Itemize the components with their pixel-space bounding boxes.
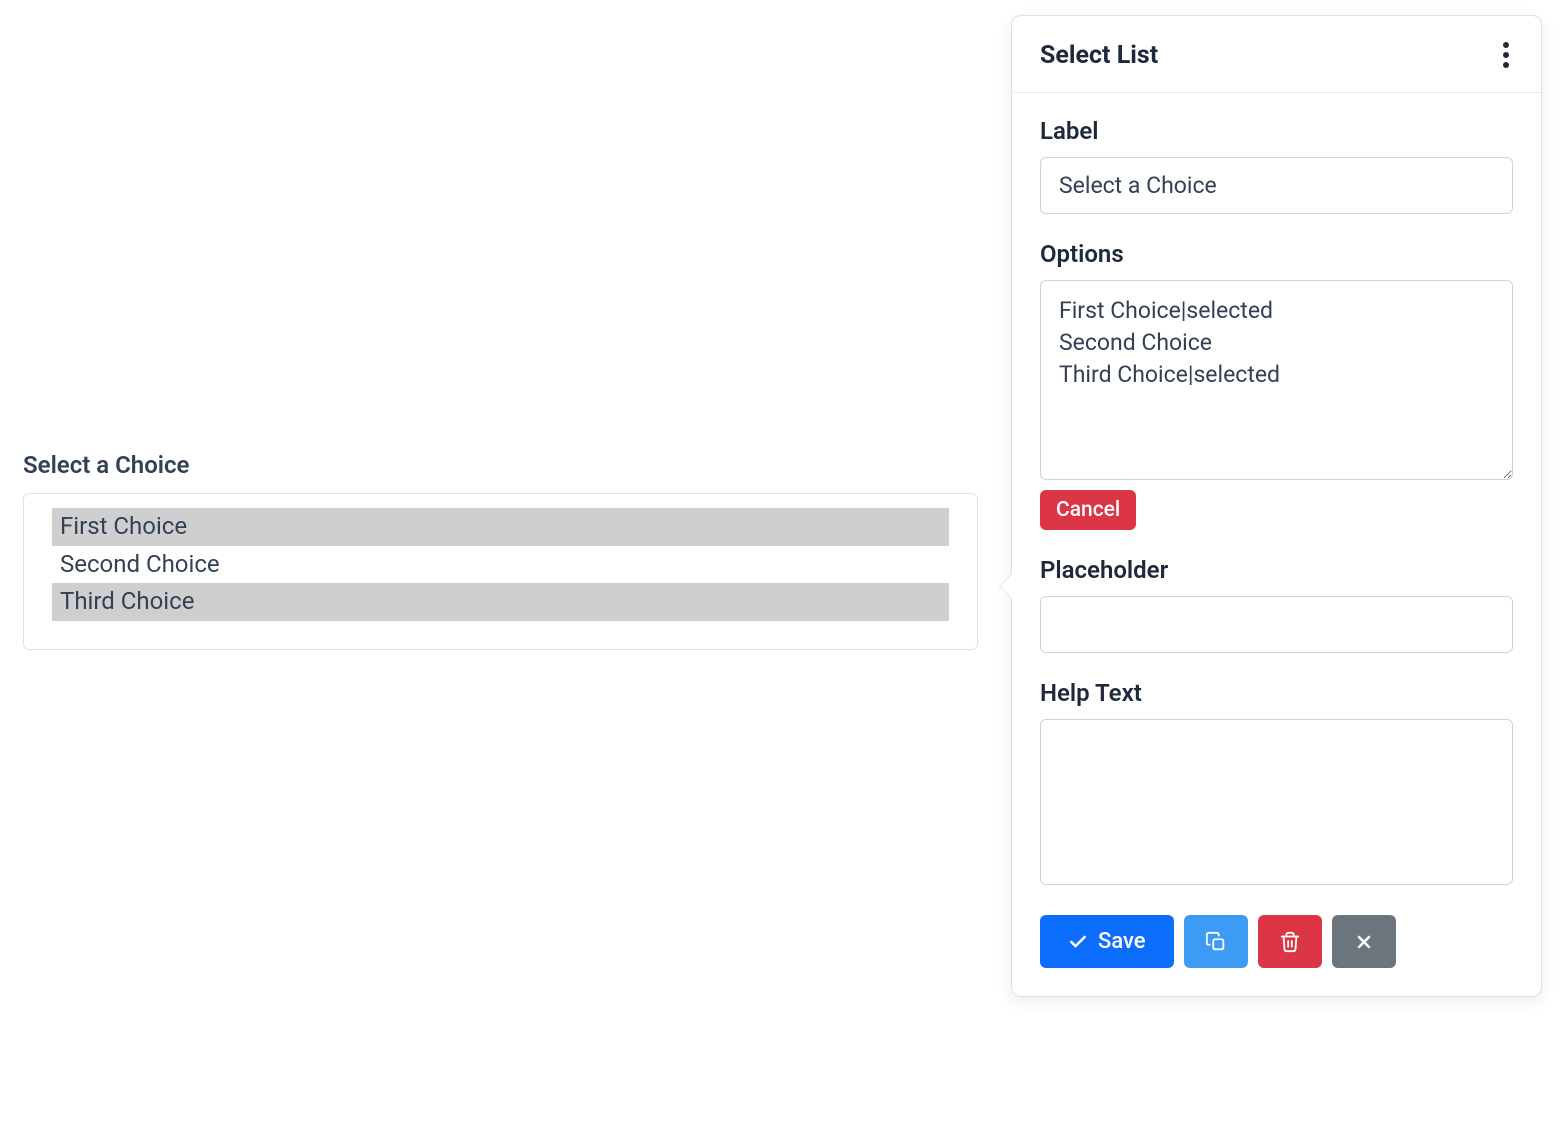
select-list-preview[interactable]: First Choice Second Choice Third Choice — [23, 493, 978, 650]
list-item[interactable]: First Choice — [52, 508, 949, 546]
placeholder-field-group: Placeholder — [1040, 556, 1513, 653]
close-button[interactable] — [1332, 915, 1396, 968]
helptext-textarea[interactable] — [1040, 719, 1513, 885]
check-icon — [1068, 932, 1088, 952]
cancel-button[interactable]: Cancel — [1040, 490, 1136, 530]
save-button[interactable]: Save — [1040, 915, 1174, 968]
options-field-label: Options — [1040, 240, 1513, 268]
config-header: Select List — [1012, 16, 1541, 93]
label-input[interactable] — [1040, 157, 1513, 214]
delete-button[interactable] — [1258, 915, 1322, 968]
copy-button[interactable] — [1184, 915, 1248, 968]
options-textarea[interactable] — [1040, 280, 1513, 480]
options-field-group: Options Cancel — [1040, 240, 1513, 530]
label-field-group: Label — [1040, 117, 1513, 214]
placeholder-field-label: Placeholder — [1040, 556, 1513, 584]
config-panel: Select List Label Options Cancel Placeho… — [1011, 15, 1542, 997]
save-button-label: Save — [1098, 929, 1146, 954]
trash-icon — [1279, 931, 1301, 953]
action-bar: Save — [1040, 915, 1513, 968]
more-options-icon[interactable] — [1499, 38, 1513, 72]
list-item[interactable]: Third Choice — [52, 583, 949, 621]
close-icon — [1354, 932, 1374, 952]
label-field-label: Label — [1040, 117, 1513, 145]
list-item[interactable]: Second Choice — [52, 546, 949, 584]
helptext-field-group: Help Text — [1040, 679, 1513, 889]
preview-field-label: Select a Choice — [23, 451, 978, 479]
copy-icon — [1205, 931, 1227, 953]
preview-panel: Select a Choice First Choice Second Choi… — [23, 451, 978, 650]
placeholder-input[interactable] — [1040, 596, 1513, 653]
config-title: Select List — [1040, 41, 1158, 70]
config-body: Label Options Cancel Placeholder Help Te… — [1012, 93, 1541, 996]
helptext-field-label: Help Text — [1040, 679, 1513, 707]
